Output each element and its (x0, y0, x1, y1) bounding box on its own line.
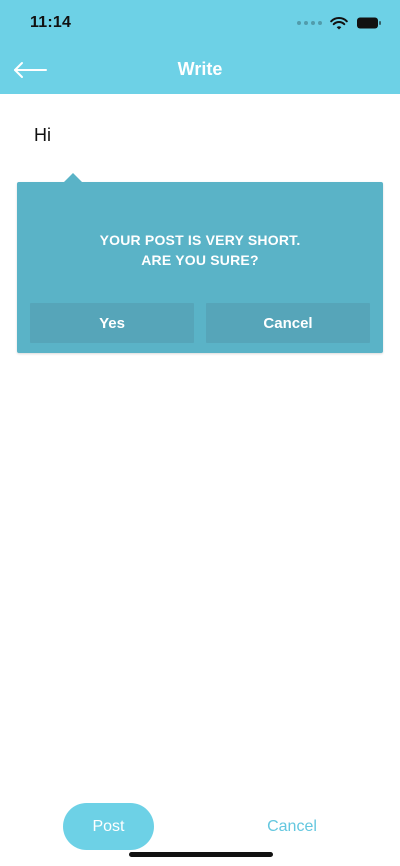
wifi-icon (330, 17, 348, 30)
post-button[interactable]: Post (63, 803, 154, 850)
popover-message-line-1: YOUR POST IS VERY SHORT. (99, 232, 301, 248)
confirm-yes-button[interactable]: Yes (30, 303, 194, 343)
battery-icon (357, 17, 381, 29)
status-icons (297, 14, 382, 32)
page-title: Write (177, 59, 223, 79)
post-text-editor[interactable]: Hi (34, 124, 364, 146)
popover-message-line-2: ARE YOU SURE? (141, 252, 259, 268)
popover-arrow (63, 173, 83, 183)
screen: 11:14 Write Hi YOUR POST IS VERY SHORT. … (0, 0, 400, 866)
cancel-button[interactable]: Cancel (252, 815, 332, 839)
status-time: 11:14 (30, 14, 72, 31)
short-post-confirmation-popover: YOUR POST IS VERY SHORT. ARE YOU SURE? Y… (17, 173, 383, 353)
confirm-cancel-button[interactable]: Cancel (206, 303, 370, 343)
popover-message: YOUR POST IS VERY SHORT. ARE YOU SURE? (17, 230, 383, 270)
header: Write (0, 48, 400, 94)
home-indicator (129, 852, 273, 857)
status-bar: 11:14 (0, 0, 400, 48)
signal-dots-icon (297, 21, 322, 25)
editor-text: Hi (34, 125, 51, 145)
top-bar: 11:14 Write (0, 0, 400, 94)
